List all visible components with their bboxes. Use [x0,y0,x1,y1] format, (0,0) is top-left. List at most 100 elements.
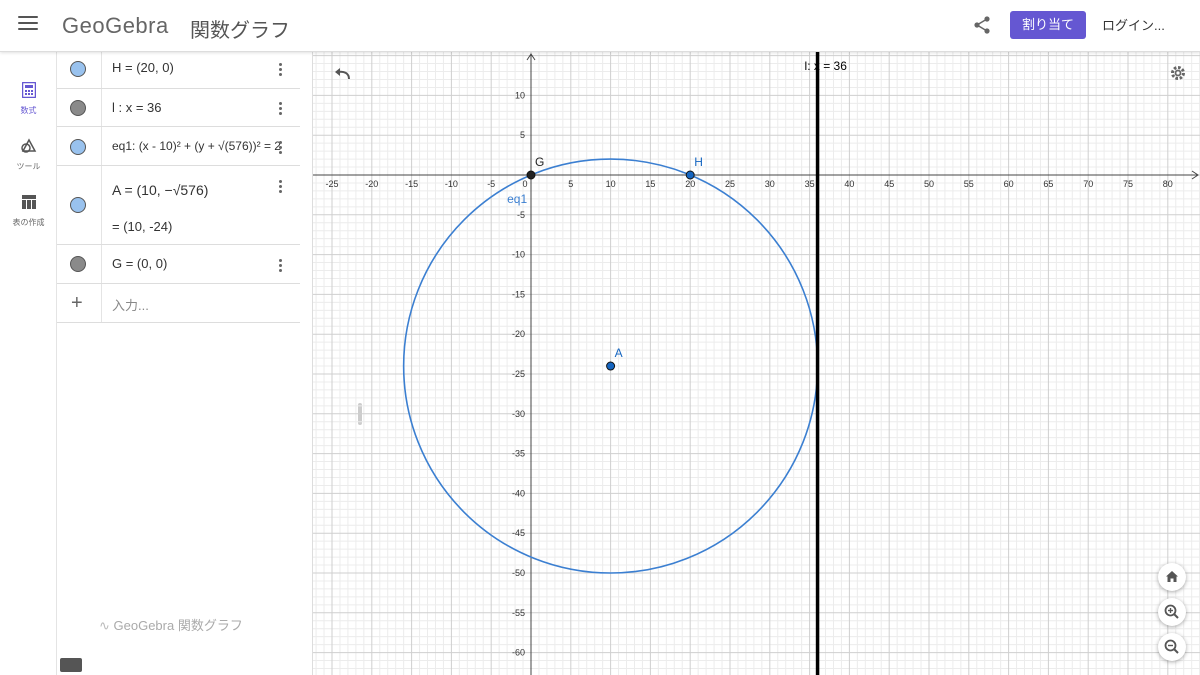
more-options-icon[interactable] [273,61,287,79]
rail-item-algebra[interactable]: 数式 [0,81,57,116]
algebra-row-A[interactable]: A = (10, −√576) = (10, -24) [57,166,300,245]
more-options-icon[interactable] [273,257,287,275]
more-options-icon[interactable] [273,178,287,196]
y-tick-label: -10 [512,250,525,260]
login-button[interactable]: ログイン... [1102,15,1165,34]
coordinate-plane[interactable]: -25 -20 -15 -10 -5 0 5 10 15 20 25 30 35 40 45 50 55 60 65… [313,52,1200,675]
algebra-entry-text[interactable]: G = (0, 0) [112,256,167,271]
y-tick-label: -20 [512,329,525,339]
algebra-entry-text[interactable]: eq1: (x - 10)² + (y + √(576))² = 2 [112,139,300,153]
rail-label-algebra: 数式 [20,106,37,115]
algebra-row-eq1[interactable]: eq1: (x - 10)² + (y + √(576))² = 2 [57,127,300,166]
y-tick-label: 5 [520,130,525,140]
y-tick-label: -45 [512,528,525,538]
x-tick-label: 40 [844,179,854,189]
point-A [606,361,616,371]
y-tick-label: -50 [512,568,525,578]
x-tick-label: -20 [365,179,378,189]
home-icon [1166,571,1178,582]
tools-icon [20,138,36,153]
visibility-marble[interactable] [70,197,86,213]
top-header: GeoGebra 関数グラフ 割り当て ログイン... [0,0,1200,52]
visibility-marble[interactable] [70,139,86,155]
point-label-G: G [535,155,544,169]
x-tick-label: -5 [487,179,495,189]
y-tick-label: -40 [512,488,525,498]
geogebra-logo[interactable]: GeoGebra [62,13,169,39]
rail-item-table[interactable]: 表の作成 [0,194,57,228]
undo-icon[interactable] [333,66,353,82]
x-tick-label: 45 [884,179,894,189]
x-tick-label: 35 [805,179,815,189]
table-icon [21,195,36,209]
more-options-icon[interactable] [273,100,287,118]
x-tick-label: 25 [725,179,735,189]
row-divider [101,127,102,165]
point-G [526,170,536,180]
x-tick-label: -25 [325,179,338,189]
x-tick-label: 60 [1004,179,1014,189]
algebra-entry-value: = (10, -24) [112,219,173,234]
footer-brand: ∿ GeoGebra 関数グラフ [99,615,243,634]
x-tick-label: -10 [445,179,458,189]
geometry-objects: eq1 l: x = 36 G H A [402,52,848,675]
algebra-entry-text[interactable]: l : x = 36 [112,100,162,115]
row-divider [101,52,102,88]
share-icon[interactable] [972,15,992,35]
point-H [685,170,695,180]
minor-grid [313,52,1200,675]
x-tick-label: 70 [1083,179,1093,189]
x-tick-label: 20 [685,179,695,189]
zoom-out-button[interactable] [1158,633,1186,661]
x-tick-label: 80 [1163,179,1173,189]
circle-label-eq1: eq1 [507,192,527,206]
y-tick-label: -5 [517,210,525,220]
line-label-l: l: x = 36 [805,59,848,73]
y-tick-label: -30 [512,409,525,419]
settings-gear-icon[interactable] [1169,64,1187,82]
y-tick-label: -35 [512,449,525,459]
axes [313,53,1199,675]
row-divider [101,245,102,283]
zoom-out-icon [1164,639,1179,654]
visibility-marble[interactable] [70,256,86,272]
algebra-panel: H = (20, 0) l : x = 36 eq1: (x - 10)² + … [57,52,362,675]
footer-brand-text: GeoGebra 関数グラフ [113,618,243,633]
rail-item-tools[interactable]: ツール [0,138,57,172]
y-tick-label: 10 [515,90,525,100]
hamburger-menu-icon[interactable] [18,16,38,34]
graph-logo-icon: ∿ [99,618,114,633]
algebra-entry-text[interactable]: H = (20, 0) [112,60,174,75]
y-tick-label: -55 [512,608,525,618]
zoom-in-icon [1164,604,1179,619]
rail-label-tools: ツール [16,162,41,171]
x-tick-label: 15 [645,179,655,189]
zoom-in-button[interactable] [1158,598,1186,626]
x-tick-label: 10 [606,179,616,189]
x-tick-label: 55 [964,179,974,189]
x-tick-label: -15 [405,179,418,189]
algebra-input-row[interactable]: + 入力... [57,284,300,323]
app-title: 関数グラフ [190,20,290,42]
algebra-input-field[interactable]: 入力... [112,295,149,314]
x-tick-label: 5 [568,179,573,189]
assign-button[interactable]: 割り当て [1010,11,1086,39]
algebra-entry-text[interactable]: A = (10, −√576) [112,182,208,198]
left-nav-rail: 数式 ツール 表の作成 [0,52,57,675]
x-tick-label: 65 [1043,179,1053,189]
point-label-H: H [694,155,703,169]
add-icon[interactable]: + [71,292,83,315]
y-tick-label: -60 [512,648,525,658]
more-options-icon[interactable] [273,139,287,157]
visibility-marble[interactable] [70,61,86,77]
algebra-row-H[interactable]: H = (20, 0) [57,52,300,89]
algebra-row-l[interactable]: l : x = 36 [57,89,300,127]
visibility-marble[interactable] [70,100,86,116]
algebra-row-G[interactable]: G = (0, 0) [57,245,300,284]
graphics-view[interactable]: -25 -20 -15 -10 -5 0 5 10 15 20 25 30 35 40 45 50 55 60 65… [313,52,1200,675]
x-tick-label: 50 [924,179,934,189]
keyboard-icon[interactable] [60,658,82,672]
point-label-A: A [615,346,623,360]
home-button[interactable] [1158,563,1186,591]
row-divider [101,166,102,244]
